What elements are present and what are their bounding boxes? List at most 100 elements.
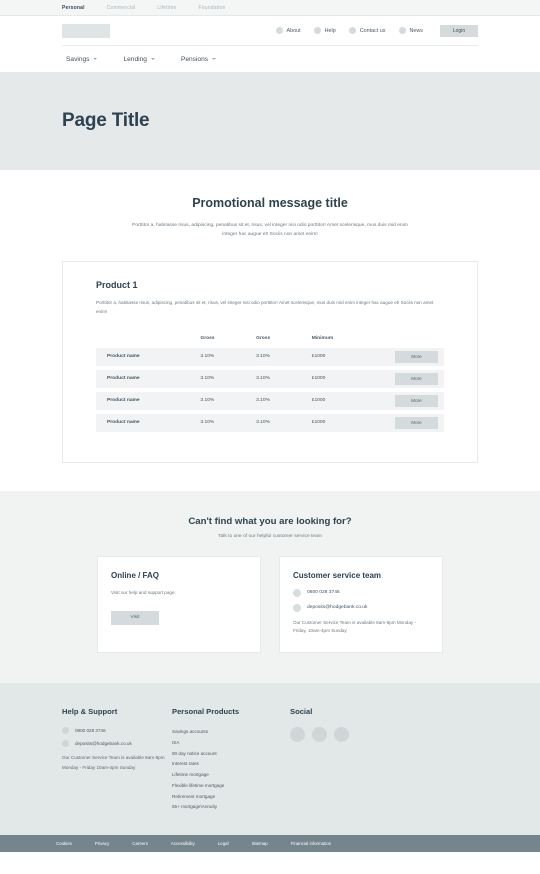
promo-section: Promotional message title Porttitor a, h… <box>0 170 540 240</box>
site-footer: Help & Support 0800 028 3746 deposits@ho… <box>0 683 540 836</box>
promo-title: Promotional message title <box>192 196 348 210</box>
nav-item-lending[interactable]: Lending <box>123 55 155 63</box>
column-header-gross-1: Gross <box>200 335 215 341</box>
service-email-row[interactable]: deposits@hodgebank.co.uk <box>293 603 429 612</box>
cell-product-name: Product name <box>96 413 201 432</box>
phone-icon <box>293 588 301 597</box>
social-icon-1[interactable] <box>290 727 305 742</box>
logo[interactable] <box>62 23 110 38</box>
legal-link-careers[interactable]: Careers <box>132 841 148 846</box>
product-section: Product 1 Porttitor a, habitasse risus, … <box>0 239 540 491</box>
email-icon <box>62 740 69 747</box>
email-icon <box>293 603 301 612</box>
chevron-down-icon <box>150 58 155 60</box>
social-icon-3[interactable] <box>334 727 349 742</box>
header-link-label: About <box>286 27 301 34</box>
help-cards: Online / FAQ Visit our help and support … <box>97 555 443 653</box>
column-header-name <box>96 336 200 344</box>
header-link-about[interactable]: About <box>275 27 301 34</box>
page-title: Page Title <box>62 110 150 131</box>
help-card-faq: Online / FAQ Visit our help and support … <box>97 555 261 653</box>
product-description: Porttitor a, habitasse risus, adipiscing… <box>96 300 434 314</box>
cell-minimum: £1000 <box>311 413 368 432</box>
footer-link-55-plus-mortgage-annuity[interactable]: 55+ mortgage\Annuity <box>172 802 290 813</box>
table-row: Product name 3.10% 3.10% £1000 More <box>96 413 444 432</box>
footer-link-retirement-mortgage[interactable]: Retirement mortgage <box>172 792 290 803</box>
nav-item-pensions[interactable]: Pensions <box>180 55 217 63</box>
help-section-title: Can't find what you are looking for? <box>188 515 352 527</box>
product-table: Gross Gross Minimum Product name 3.10% 3… <box>96 332 444 436</box>
page-root: Personal Commercial Lifetime Foundation … <box>0 0 540 874</box>
social-icons <box>290 727 478 742</box>
more-button[interactable]: More <box>395 416 438 429</box>
circle-icon <box>398 27 406 34</box>
hero-banner: Page Title <box>0 72 540 170</box>
chevron-down-icon <box>212 58 217 60</box>
main-nav: Savings Lending Pensions <box>62 46 478 72</box>
legal-link-cookies[interactable]: Cookies <box>56 841 72 846</box>
social-icon-2[interactable] <box>312 727 327 742</box>
faq-card-title: Online / FAQ <box>111 570 160 580</box>
legal-link-legal[interactable]: Legal <box>218 841 229 846</box>
header-link-news[interactable]: News <box>398 27 423 34</box>
footer-phone: 0800 028 3746 <box>75 728 106 733</box>
legal-link-privacy[interactable]: Privacy <box>95 841 109 846</box>
table-header-row: Gross Gross Minimum <box>96 336 444 344</box>
cell-gross-1: 3.10% <box>200 369 257 388</box>
service-hours-note: Our Customer Service Team is available 8… <box>293 619 416 634</box>
promo-body: Porttitor a, habitasse risus, adipiscing… <box>132 223 408 238</box>
chevron-down-icon <box>93 58 98 60</box>
cell-gross-2: 3.10% <box>256 347 312 366</box>
footer-link-flexible-lifetime-mortgage[interactable]: Flexible lifetime mortgage <box>172 781 290 792</box>
legal-link-sitemap[interactable]: Sitemap <box>252 841 268 846</box>
footer-email-row[interactable]: deposits@hodgebank.co.uk <box>62 740 172 747</box>
circle-icon <box>275 27 283 34</box>
column-header-gross-2: Gross <box>256 335 271 341</box>
login-button[interactable]: Login <box>440 24 478 37</box>
footer-column-products: Personal Products Savings accounts ISA 9… <box>172 707 290 813</box>
cell-product-name: Product name <box>96 369 201 388</box>
footer-link-interest-rates[interactable]: Interest rates <box>172 759 290 770</box>
header-link-label: News <box>409 27 423 34</box>
cell-minimum: £1000 <box>311 369 368 388</box>
cell-minimum: £1000 <box>311 347 368 366</box>
more-button[interactable]: More <box>395 350 438 363</box>
legal-link-accessibility[interactable]: Accessibility <box>171 841 195 846</box>
nav-item-savings[interactable]: Savings <box>66 56 98 63</box>
footer-phone-row[interactable]: 0800 028 3746 <box>62 727 172 734</box>
cell-gross-1: 3.10% <box>200 391 257 410</box>
utility-tab-personal[interactable]: Personal <box>62 5 85 18</box>
footer-hours-note: Our Customer Service Team is available 8… <box>62 755 165 770</box>
cell-gross-2: 3.10% <box>256 369 312 388</box>
cell-gross-2: 3.10% <box>256 413 312 432</box>
footer-link-lifetime-mortgage[interactable]: Lifetime mortgage <box>172 770 290 781</box>
nav-item-label: Lending <box>123 55 147 63</box>
table-row: Product name 3.10% 3.10% £1000 More <box>96 391 444 410</box>
more-button[interactable]: More <box>395 372 438 385</box>
header-top-row: About Help Contact us News Login <box>62 16 478 46</box>
footer-link-90-day-notice-account[interactable]: 90 day notice account <box>172 749 290 760</box>
cell-gross-1: 3.10% <box>200 347 257 366</box>
faq-card-text: Visit our help and support page. <box>111 589 176 595</box>
footer-link-isa[interactable]: ISA <box>172 738 290 749</box>
utility-tab-commercial[interactable]: Commercial <box>107 5 136 11</box>
footer-link-savings-accounts[interactable]: Savings accounts <box>172 727 290 738</box>
utility-tab-foundation[interactable]: Foundation <box>199 5 226 11</box>
header-link-help[interactable]: Help <box>313 27 336 34</box>
header-link-label: Help <box>324 27 336 34</box>
legal-link-financial-information[interactable]: Financial information <box>291 841 332 846</box>
more-button[interactable]: More <box>395 394 438 407</box>
utility-tab-lifetime[interactable]: Lifetime <box>157 5 176 11</box>
table-row: Product name 3.10% 3.10% £1000 More <box>96 369 444 388</box>
nav-item-label: Pensions <box>180 55 209 63</box>
help-section-subtitle: Talk to one of our helpful customer serv… <box>218 533 322 539</box>
service-phone: 0800 028 3746 <box>307 590 340 596</box>
legal-bar: Cookies Privacy Careers Accessibility Le… <box>0 835 540 853</box>
visit-button[interactable]: Visit <box>111 610 159 625</box>
service-phone-row[interactable]: 0800 028 3746 <box>293 588 429 597</box>
service-email: deposits@hodgebank.co.uk <box>307 605 368 611</box>
header-link-contact-us[interactable]: Contact us <box>348 27 386 34</box>
cell-gross-2: 3.10% <box>256 391 312 410</box>
product-card: Product 1 Porttitor a, habitasse risus, … <box>62 261 478 463</box>
table-row: Product name 3.10% 3.10% £1000 More <box>96 347 444 366</box>
